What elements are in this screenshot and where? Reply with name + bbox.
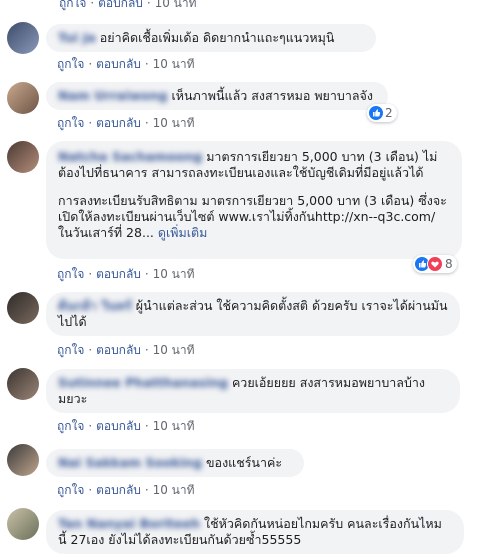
timestamp: 10 นาที [152,267,195,281]
avatar[interactable] [7,22,39,54]
comment-actions: ถูกใจ · ตอบกลับ · 10 นาที [57,57,195,71]
timestamp: 10 นาที [152,116,195,130]
reaction-badge[interactable]: 8 [413,255,457,273]
timestamp: 10 นาที [152,343,195,357]
like-link[interactable]: ถูกใจ [57,57,84,71]
comment-actions: ถูกใจ · ตอบกลับ · 10 นาที [57,343,195,357]
see-more-link[interactable]: ดูเพิ่มเติม [158,225,208,240]
like-link[interactable]: ถูกใจ [59,0,86,10]
comment-bubble: Natcha Sachamoong มาตรการเยียวยา 5,000 บ… [46,141,462,259]
comment-text-continued: การลงทะเบียนรับสิทธิตาม มาตรการเยียวยา 5… [58,193,447,240]
comment-actions-top: ถูกใจ · ตอบกลับ · 10 นาที [59,0,201,13]
like-link[interactable]: ถูกใจ [57,116,84,130]
comment-actions: ถูกใจ · ตอบกลับ · 10 นาที [57,483,195,497]
comment-text: เห็นภาพนี้แล้ว สงสารหมอ พยาบาลจัง [171,88,373,103]
reply-link[interactable]: ตอบกลับ [96,267,141,281]
like-link[interactable]: ถูกใจ [57,419,84,433]
comment-text: ของแชร์นาค่ะ [206,455,283,470]
avatar[interactable] [7,444,39,476]
reply-link[interactable]: ตอบกลับ [96,343,141,357]
timestamp: 10 นาที [152,483,195,497]
love-reaction-icon [427,256,443,272]
comment-text: อย่าคิดเชื้อเพิ่มเด้อ ดิดยากนำแถะๆแนวหมุ… [99,30,335,45]
like-link[interactable]: ถูกใจ [57,267,84,281]
like-reaction-icon [369,106,383,120]
timestamp: 10 นาที [152,419,195,433]
reaction-count: 8 [445,257,453,271]
avatar[interactable] [7,82,39,114]
comment-author[interactable]: Natcha Sachamoong [58,149,202,164]
avatar[interactable] [7,508,39,540]
comment-bubble: Nai Sakkam Sooking ของแชร์นาค่ะ [46,449,304,477]
comment-actions: ถูกใจ · ตอบกลับ · 10 นาที [57,419,195,433]
comment-actions: ถูกใจ · ตอบกลับ · 10 นาที [57,116,195,130]
comment-author[interactable]: Nai Sakkam Sooking [58,455,202,470]
avatar[interactable] [7,368,39,400]
comment-bubble: Sutinnee Phatthanasing ควยเอ้ยยยย สงสารห… [46,369,460,413]
comment-actions: ถูกใจ · ตอบกลับ · 10 นาที [57,267,195,281]
comment-author[interactable]: Sutinnee Phatthanasing [58,375,228,390]
comment-bubble: ต้นกล้า วินทร์ ผู้นำแต่ละส่วน ใช้ความคิด… [46,292,460,336]
comment-author[interactable]: Tui Ja [58,30,96,45]
reply-link[interactable]: ตอบกลับ [96,419,141,433]
reply-link[interactable]: ตอบกลับ [96,483,141,497]
comment-author[interactable]: Nam Urraiwong [58,88,167,103]
comment-bubble: Tui Ja อย่าคิดเชื้อเพิ่มเด้อ ดิดยากนำแถะ… [46,24,376,52]
avatar[interactable] [7,141,39,173]
avatar[interactable] [7,292,39,324]
like-link[interactable]: ถูกใจ [57,343,84,357]
like-link[interactable]: ถูกใจ [57,483,84,497]
timestamp: 10 นาที [152,57,195,71]
timestamp: 10 นาที [154,0,197,10]
comment-bubble: Nam Urraiwong เห็นภาพนี้แล้ว สงสารหมอ พย… [46,82,388,110]
comment-author[interactable]: Tan Nanyai Boriteeh [58,516,200,531]
comment-bubble: Tan Nanyai Boriteeh ใช้หัวคิดกันหน่อยไกม… [46,510,464,554]
reaction-badge[interactable]: 2 [367,104,397,122]
reply-link[interactable]: ตอบกลับ [96,116,141,130]
reply-link[interactable]: ตอบกลับ [98,0,143,10]
reply-link[interactable]: ตอบกลับ [96,57,141,71]
comment-author[interactable]: ต้นกล้า วินทร์ [58,298,132,313]
reaction-count: 2 [385,106,393,120]
